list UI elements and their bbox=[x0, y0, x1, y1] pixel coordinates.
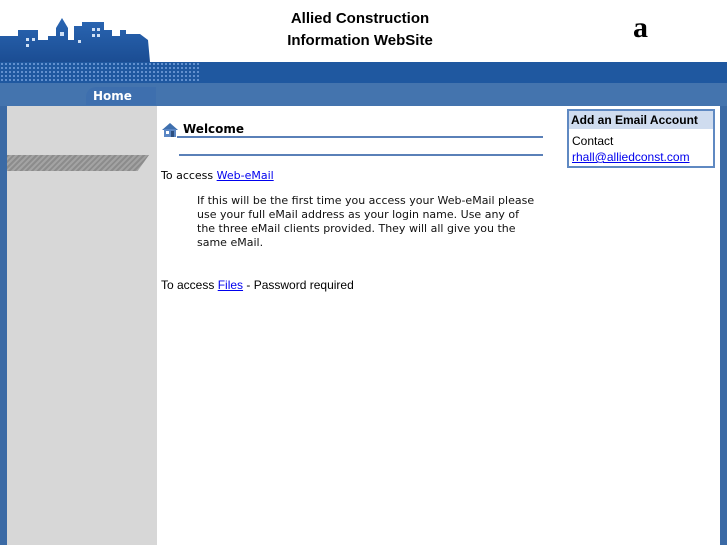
city-skyline-logo bbox=[0, 18, 150, 62]
web-email-note: If this will be the first time you acces… bbox=[197, 194, 535, 249]
nav-home-tab[interactable]: Home bbox=[86, 87, 156, 105]
site-header: Allied Construction Information WebSite … bbox=[0, 0, 727, 62]
welcome-heading: Welcome bbox=[183, 122, 245, 136]
header-band bbox=[0, 62, 727, 83]
email-box-title: Add an Email Account bbox=[569, 111, 713, 129]
site-title-line2: Information WebSite bbox=[287, 32, 433, 49]
sidebar-stripe bbox=[7, 155, 149, 171]
heading-divider bbox=[177, 136, 543, 138]
main-content: Welcome To access Web-eMail If this will… bbox=[157, 106, 720, 545]
frame-right-border bbox=[720, 106, 727, 545]
web-access-prefix: To access bbox=[161, 169, 217, 182]
files-access-suffix: - Password required bbox=[243, 278, 354, 292]
add-email-account-box: Add an Email Account Contact rhall@allie… bbox=[567, 109, 715, 168]
files-access-line: To access Files - Password required bbox=[161, 278, 354, 292]
brand-logo: a bbox=[633, 11, 648, 44]
contact-label: Contact bbox=[572, 134, 614, 148]
web-email-access-line: To access Web-eMail bbox=[161, 169, 274, 182]
contact-email-link[interactable]: rhall@alliedconst.com bbox=[572, 150, 690, 164]
band-dot-pattern bbox=[0, 62, 200, 83]
site-title-line1: Allied Construction bbox=[290, 10, 430, 27]
left-sidebar bbox=[7, 106, 157, 545]
section-divider bbox=[179, 154, 543, 156]
web-email-link[interactable]: Web-eMail bbox=[217, 169, 274, 182]
site-title: Allied Construction Information WebSite bbox=[240, 8, 480, 52]
frame-left-border bbox=[0, 106, 7, 545]
files-link[interactable]: Files bbox=[218, 278, 243, 292]
files-access-prefix: To access bbox=[161, 278, 218, 292]
